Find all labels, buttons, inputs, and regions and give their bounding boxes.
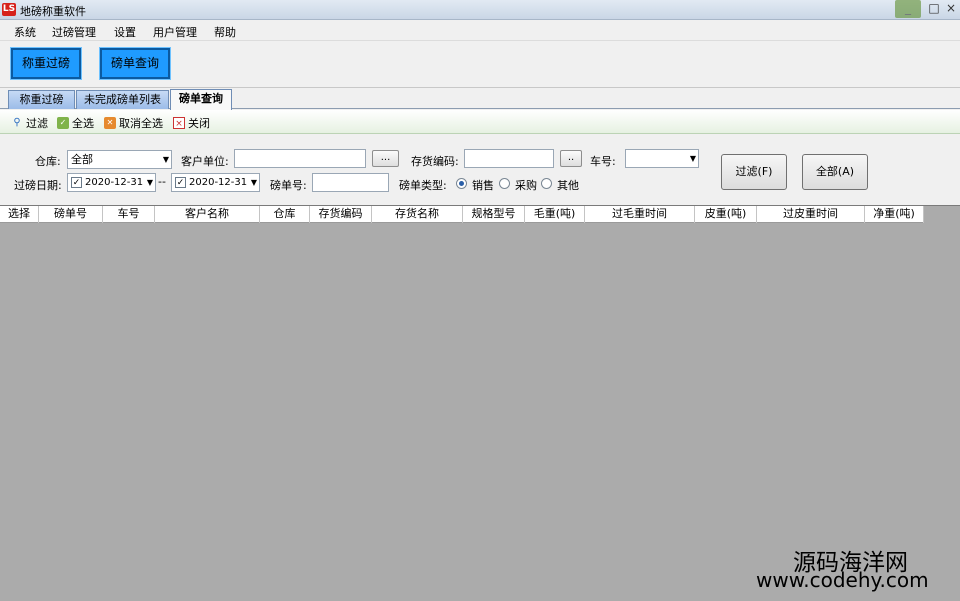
watermark-url: www.codehy.com xyxy=(756,568,929,592)
warehouse-select-value: 全部 xyxy=(71,153,93,166)
tab-unfinished-tickets[interactable]: 未完成磅单列表 xyxy=(76,90,169,109)
ticket-number-label: 磅单号: xyxy=(270,179,307,192)
truck-label: 车号: xyxy=(590,155,616,168)
col-tare-weight[interactable]: 皮重(吨) xyxy=(695,206,757,223)
close-tool-label: 关闭 xyxy=(188,117,210,130)
unselect-all-button[interactable]: ✕ 取消全选 xyxy=(104,115,163,131)
col-truck[interactable]: 车号 xyxy=(103,206,155,223)
date-from-picker[interactable]: ✓ 2020-12-31 ▼ xyxy=(67,173,156,192)
select-all-label: 全选 xyxy=(72,117,94,130)
menu-help[interactable]: 帮助 xyxy=(214,24,236,40)
col-stock-name[interactable]: 存货名称 xyxy=(372,206,463,223)
filter-button[interactable]: 过滤(F) xyxy=(721,154,787,190)
radio-other[interactable] xyxy=(541,178,552,189)
warehouse-select[interactable]: 全部 ▼ xyxy=(67,150,172,169)
stock-code-input[interactable] xyxy=(464,149,554,168)
customer-label: 客户单位: xyxy=(181,155,229,168)
radio-purchase[interactable] xyxy=(499,178,510,189)
filter-panel: 仓库: 全部 ▼ 客户单位: ... 存货编码: .. 车号: ▼ 过磅日期: … xyxy=(0,135,960,204)
ticket-grid[interactable]: 选择 磅单号 车号 客户名称 仓库 存货编码 存货名称 规格型号 毛重(吨) 过… xyxy=(0,205,960,601)
menu-settings[interactable]: 设置 xyxy=(114,24,136,40)
select-all-button[interactable]: ✓ 全选 xyxy=(57,115,94,131)
radio-sales[interactable] xyxy=(456,178,467,189)
action-toolbar: ⚲ 过滤 ✓ 全选 ✕ 取消全选 × 关闭 xyxy=(0,110,960,134)
col-customer[interactable]: 客户名称 xyxy=(155,206,260,223)
close-tool-button[interactable]: × 关闭 xyxy=(173,115,210,131)
date-from-checkbox[interactable]: ✓ xyxy=(71,177,82,188)
filter-tool-label: 过滤 xyxy=(26,117,48,130)
chevron-down-icon: ▼ xyxy=(250,178,257,187)
truck-select[interactable]: ▼ xyxy=(625,149,699,168)
col-net-weight[interactable]: 净重(吨) xyxy=(865,206,924,223)
ticket-number-input[interactable] xyxy=(312,173,389,192)
customer-input[interactable] xyxy=(234,149,366,168)
customer-browse-button[interactable]: ... xyxy=(372,150,399,167)
close-window-button[interactable]: × xyxy=(942,0,960,18)
tab-weigh[interactable]: 称重过磅 xyxy=(8,90,75,109)
date-from-value: 2020-12-31 xyxy=(85,177,144,188)
col-ticket-number[interactable]: 磅单号 xyxy=(39,206,103,223)
chevron-down-icon: ▼ xyxy=(146,178,153,187)
date-to-checkbox[interactable]: ✓ xyxy=(175,177,186,188)
close-icon: × xyxy=(173,117,185,129)
title-bar: LS 地磅称重软件 _ □ × xyxy=(0,0,960,20)
app-logo-icon: LS xyxy=(2,3,16,16)
col-gross-time[interactable]: 过毛重时间 xyxy=(585,206,695,223)
menu-bar: 系统 过磅管理 设置 用户管理 帮助 xyxy=(0,20,960,41)
minimize-button[interactable]: _ xyxy=(895,0,921,18)
chevron-down-icon: ▼ xyxy=(162,155,169,164)
filter-tool-button[interactable]: ⚲ 过滤 xyxy=(11,115,48,131)
radio-other-label: 其他 xyxy=(557,179,579,192)
warehouse-label: 仓库: xyxy=(35,155,61,168)
unselect-all-icon: ✕ xyxy=(104,117,116,129)
grid-header: 选择 磅单号 车号 客户名称 仓库 存货编码 存货名称 规格型号 毛重(吨) 过… xyxy=(0,206,924,223)
col-spec[interactable]: 规格型号 xyxy=(463,206,525,223)
col-select[interactable]: 选择 xyxy=(0,206,39,223)
radio-sales-label: 销售 xyxy=(472,179,494,192)
col-stock-code[interactable]: 存货编码 xyxy=(310,206,372,223)
date-to-picker[interactable]: ✓ 2020-12-31 ▼ xyxy=(171,173,260,192)
main-toolbar: 称重过磅 磅单查询 xyxy=(0,41,960,88)
radio-purchase-label: 采购 xyxy=(515,179,537,192)
menu-system[interactable]: 系统 xyxy=(14,24,36,40)
col-tare-time[interactable]: 过皮重时间 xyxy=(757,206,865,223)
ticket-type-label: 磅单类型: xyxy=(399,179,447,192)
tab-strip: 称重过磅 未完成磅单列表 磅单查询 xyxy=(0,88,960,110)
show-all-button[interactable]: 全部(A) xyxy=(802,154,868,190)
date-label: 过磅日期: xyxy=(14,179,62,192)
tab-ticket-query[interactable]: 磅单查询 xyxy=(170,89,232,110)
stock-code-browse-button[interactable]: .. xyxy=(560,150,582,167)
unselect-all-label: 取消全选 xyxy=(119,117,163,130)
stock-code-label: 存货编码: xyxy=(411,155,459,168)
date-separator: -- xyxy=(158,175,166,188)
magnifier-icon: ⚲ xyxy=(13,117,21,128)
col-warehouse[interactable]: 仓库 xyxy=(260,206,310,223)
window-title: 地磅称重软件 xyxy=(20,5,86,18)
menu-user-management[interactable]: 用户管理 xyxy=(153,24,197,40)
select-all-icon: ✓ xyxy=(57,117,69,129)
menu-weighing-management[interactable]: 过磅管理 xyxy=(52,24,96,40)
date-to-value: 2020-12-31 xyxy=(189,177,248,188)
weigh-button[interactable]: 称重过磅 xyxy=(10,47,82,80)
chevron-down-icon: ▼ xyxy=(689,154,696,163)
col-gross-weight[interactable]: 毛重(吨) xyxy=(525,206,585,223)
ticket-query-button[interactable]: 磅单查询 xyxy=(99,47,171,80)
